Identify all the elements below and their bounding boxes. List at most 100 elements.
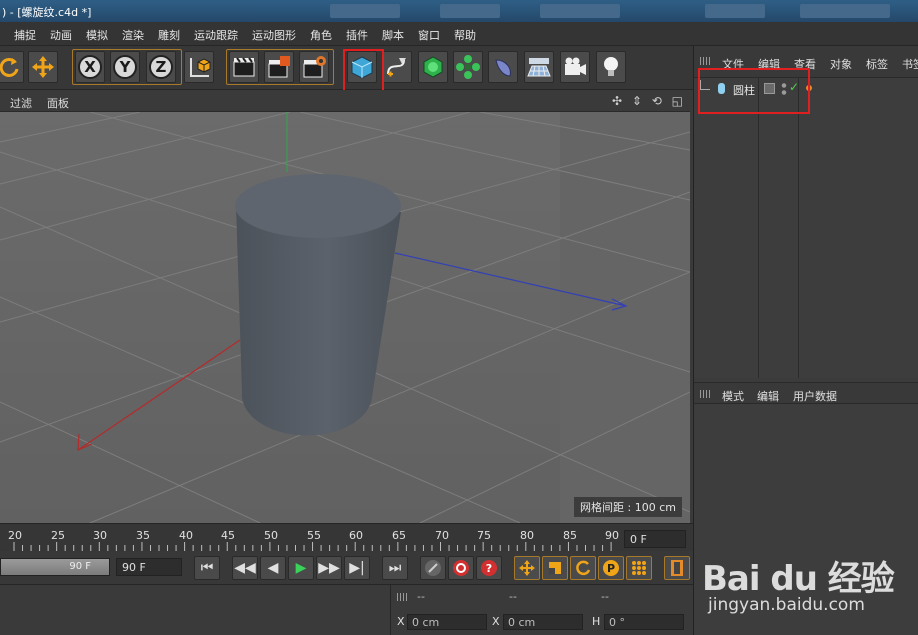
tick-label: 35 [136,529,150,542]
autokey-button[interactable]: ? [476,556,502,580]
position-x-field[interactable]: 0 cm [407,614,487,630]
key-parameter-button[interactable]: P [598,556,624,580]
om-tab-tags[interactable]: 标签 [866,56,888,72]
spline-pen-button[interactable] [382,51,412,83]
render-queue-button[interactable] [264,51,294,83]
render-picture-queue-icon [268,56,290,78]
tick-label: 80 [520,529,534,542]
viewport-menu-panel[interactable]: 面板 [47,95,69,111]
key-pla-button[interactable] [626,556,652,580]
menu-render[interactable]: 渲染 [122,27,144,43]
timeline-ruler[interactable]: 20 25 30 35 40 45 50 55 60 65 70 75 80 8… [0,523,693,551]
key-position-button[interactable] [514,556,540,580]
x-axis-icon: X [78,55,102,79]
key-rotation-button[interactable] [570,556,596,580]
panel-grip-icon[interactable] [700,390,712,398]
subdivision-surface-icon [423,56,443,78]
light-button[interactable] [596,51,626,83]
highlight-object-row [698,68,810,114]
title-bar-tab [540,4,620,18]
render-settings-icon [303,56,326,78]
tick-label: 30 [93,529,107,542]
camera-icon [565,57,586,75]
goto-end-button[interactable]: ⏭ [382,556,408,580]
current-frame-field[interactable]: 0 F [624,530,686,548]
menu-snap[interactable]: 捕捉 [14,27,36,43]
tick-label: 20 [8,529,22,542]
spline-pen-icon [387,58,406,77]
menu-simulate[interactable]: 模拟 [86,27,108,43]
size-x-field[interactable]: 0 cm [503,614,583,630]
menu-script[interactable]: 脚本 [382,27,404,43]
goto-start-button[interactable]: ⏮ [194,556,220,580]
coord-header-size: -- [509,590,517,603]
menu-character[interactable]: 角色 [310,27,332,43]
tick-label: 55 [307,529,321,542]
perspective-viewport[interactable]: 网格间距 : 100 cm [0,112,690,523]
tick-label: 90 [605,529,619,542]
parameter-icon: P [603,560,619,576]
viewport-menu-filter[interactable]: 过滤 [10,95,32,111]
next-frame-button[interactable]: ▶▶ [316,556,342,580]
main-menu-bar: 捕捉 动画 模拟 渲染 雕刻 运动跟踪 运动图形 角色 插件 脚本 窗口 帮助 [0,22,918,46]
menu-help[interactable]: 帮助 [454,27,476,43]
tick-label: 25 [51,529,65,542]
render-view-button[interactable] [229,51,259,83]
keyframe-lock-button[interactable] [420,556,446,580]
om-column-divider [798,78,799,378]
z-axis-lock-button[interactable]: Z [146,51,176,83]
om-tab-bookmarks[interactable]: 书签 [902,56,918,72]
title-bar-tab [705,4,765,18]
baidu-jingyan-watermark: Bai du 经验 jingyan.baidu.com [702,535,912,630]
tick-label: 50 [264,529,278,542]
window-title: ) - [螺旋纹.c4d *] [2,6,92,19]
film-strip-icon [671,560,683,576]
next-key-button[interactable]: ▶| [344,556,370,580]
panel-grip-icon[interactable] [700,57,712,65]
coordinates-panel: -- -- -- X 0 cm X 0 cm H 0 ° [390,585,690,635]
floor-environment-button[interactable] [524,51,554,83]
menu-mograph[interactable]: 运动图形 [252,27,296,43]
prev-frame-button[interactable]: ◀ [260,556,286,580]
rotate-tool-button[interactable] [0,51,24,83]
menu-sculpt[interactable]: 雕刻 [158,27,180,43]
viewport-scene [0,112,690,523]
x-axis-lock-button[interactable]: X [75,51,105,83]
coord-header-position: -- [417,590,425,603]
play-button[interactable]: ▶ [288,556,314,580]
tick-label: 70 [435,529,449,542]
end-frame-field[interactable]: 90 F [116,558,182,576]
timeline-button[interactable] [664,556,690,580]
subdivision-surface-button[interactable] [418,51,448,83]
attr-tab-user-data[interactable]: 用户数据 [793,388,837,404]
key-scale-button[interactable] [542,556,568,580]
y-axis-lock-button[interactable]: Y [110,51,140,83]
cylinder-top-cap [235,174,401,238]
rotation-h-field[interactable]: 0 ° [604,614,684,630]
range-slider[interactable]: 90 F [0,558,110,576]
attr-tab-mode[interactable]: 模式 [722,388,744,404]
title-bar-tab [330,4,400,18]
attr-tab-edit[interactable]: 编辑 [757,388,779,404]
object-list[interactable] [694,78,918,378]
deformer-button[interactable] [488,51,518,83]
viewport-shade [560,112,690,523]
tick-label: 45 [221,529,235,542]
prev-key-button[interactable]: ◀◀ [232,556,258,580]
move-tool-button[interactable] [28,51,58,83]
move-icon [32,56,54,78]
rotate-icon [576,560,591,576]
viewport-navigation-icons[interactable]: ✣ ⇕ ⟲ ◱ [612,94,686,108]
camera-button[interactable] [560,51,590,83]
menu-motion-tracker[interactable]: 运动跟踪 [194,27,238,43]
tick-label: 65 [392,529,406,542]
om-tab-objects[interactable]: 对象 [830,56,852,72]
render-settings-button[interactable] [299,51,329,83]
cloner-button[interactable] [453,51,483,83]
coordinate-system-button[interactable] [184,51,214,83]
record-button[interactable] [448,556,474,580]
menu-window[interactable]: 窗口 [418,27,440,43]
menu-plugins[interactable]: 插件 [346,27,368,43]
panel-grip-icon[interactable] [397,593,409,601]
menu-animate[interactable]: 动画 [50,27,72,43]
